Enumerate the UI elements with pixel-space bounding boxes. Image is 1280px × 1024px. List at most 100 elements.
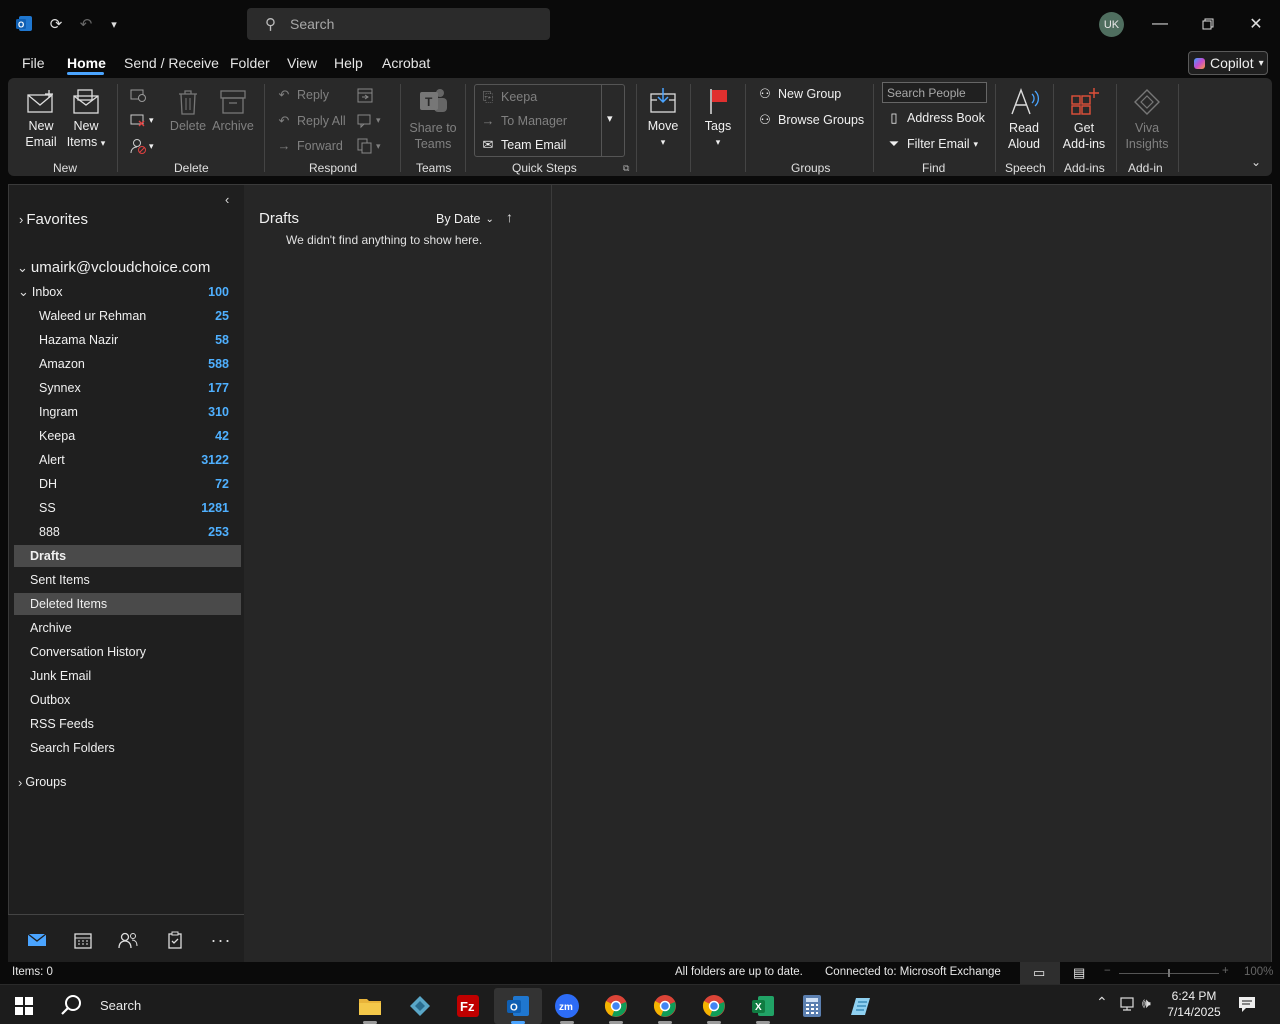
dialog-launcher-icon[interactable]: ⧉ [623, 163, 629, 174]
undo-icon[interactable]: ↶ [76, 14, 96, 34]
folder-junk-email[interactable]: Junk Email [14, 665, 241, 687]
tags-button[interactable]: Tags ▾ [700, 86, 736, 150]
get-addins-button[interactable]: Get Add-ins [1058, 86, 1110, 152]
move-button[interactable]: Move ▾ [644, 86, 682, 150]
quick-steps-more-icon[interactable]: ▾ [607, 112, 613, 125]
network-icon[interactable] [1118, 996, 1136, 1015]
sort-direction-icon[interactable]: ↑ [506, 209, 513, 225]
calendar-icon[interactable] [72, 929, 94, 951]
favorites-header[interactable]: › Favorites [19, 211, 88, 228]
menu-home[interactable]: Home [67, 55, 106, 71]
taskbar-outlook[interactable]: O [494, 988, 542, 1024]
folder-conversation-history[interactable]: Conversation History [14, 641, 241, 663]
notification-icon[interactable] [1238, 995, 1256, 1016]
customize-toolbar-icon[interactable]: ▾ [104, 14, 124, 34]
groups-header[interactable]: › Groups [14, 771, 241, 793]
junk-button[interactable]: ▾ [129, 137, 154, 155]
more-apps-icon[interactable]: ··· [210, 929, 232, 951]
folder-sent-items[interactable]: Sent Items [14, 569, 241, 591]
zoom-slider-thumb[interactable] [1168, 969, 1170, 977]
system-tray-expand-icon[interactable]: ⌃ [1096, 994, 1108, 1011]
new-group-button[interactable]: ⚇ New Group [757, 86, 841, 102]
people-icon[interactable] [117, 929, 139, 951]
archive-button[interactable]: Archive [210, 88, 256, 134]
folder-archive[interactable]: Archive [14, 617, 241, 639]
read-aloud-button[interactable]: Read Aloud [1002, 86, 1046, 152]
folder-amazon[interactable]: Amazon 588 [14, 353, 241, 375]
folder-ingram[interactable]: Ingram 310 [14, 401, 241, 423]
menu-send-receive[interactable]: Send / Receive [124, 55, 219, 71]
folder-keepa[interactable]: Keepa 42 [14, 425, 241, 447]
taskbar-zoom[interactable]: zm [543, 988, 591, 1024]
account-header[interactable]: ⌄ umairk@vcloudchoice.com [17, 259, 210, 276]
zoom-out-icon[interactable]: − [1104, 965, 1111, 977]
folder-synnex[interactable]: Synnex 177 [14, 377, 241, 399]
address-book-button[interactable]: ▯ Address Book [886, 110, 984, 126]
folder-hazama[interactable]: Hazama Nazir 58 [14, 329, 241, 351]
zoom-in-icon[interactable]: + [1222, 965, 1229, 977]
avatar[interactable]: UK [1099, 12, 1124, 37]
new-email-button[interactable]: New Email [22, 88, 60, 150]
close-button[interactable]: ✕ [1242, 10, 1270, 38]
folder-drafts[interactable]: Drafts [14, 545, 241, 567]
collapse-pane-icon[interactable]: ‹ [225, 192, 229, 207]
menu-folder[interactable]: Folder [230, 55, 270, 71]
start-button[interactable] [0, 988, 48, 1024]
clean-up-button[interactable]: ▾ [129, 112, 154, 128]
folder-dh[interactable]: DH 72 [14, 473, 241, 495]
mail-icon[interactable] [26, 929, 48, 951]
taskbar-calculator[interactable] [788, 988, 836, 1024]
taskbar-app-notes[interactable] [836, 988, 884, 1024]
copilot-button[interactable]: Copilot ▾ [1188, 51, 1268, 75]
folder-search-folders[interactable]: Search Folders [14, 737, 241, 759]
browse-groups-button[interactable]: ⚇ Browse Groups [757, 112, 864, 128]
search-input[interactable]: ⚲ Search [247, 8, 550, 40]
more-respond-button[interactable]: ▾ [356, 137, 381, 155]
quick-step-team-email[interactable]: ✉ Team Email [480, 137, 567, 153]
unread-count: 58 [215, 333, 229, 347]
ignore-button[interactable] [129, 87, 147, 103]
send-receive-icon[interactable]: ⟳ [46, 14, 66, 34]
sort-by-dropdown[interactable]: By Date ⌄ [436, 212, 494, 226]
delete-button[interactable]: Delete [168, 88, 208, 134]
ribbon-collapse-icon[interactable]: ⌄ [1251, 155, 1261, 169]
reply-button[interactable]: ↶ Reply [276, 87, 329, 103]
folder-888[interactable]: 888 253 [14, 521, 241, 543]
minimize-button[interactable]: — [1146, 10, 1174, 38]
menu-acrobat[interactable]: Acrobat [382, 55, 430, 71]
taskbar-app-2[interactable] [396, 988, 444, 1024]
forward-button[interactable]: → Forward [276, 138, 343, 153]
folder-outbox[interactable]: Outbox [14, 689, 241, 711]
quick-step-keepa[interactable]: ⎘ Keepa [480, 89, 537, 105]
taskbar-chrome-3[interactable] [690, 988, 738, 1024]
meeting-button[interactable] [356, 86, 374, 104]
folder-rss-feeds[interactable]: RSS Feeds [14, 713, 241, 735]
search-people-input[interactable]: Search People [882, 82, 987, 103]
taskbar-chrome-1[interactable] [592, 988, 640, 1024]
reading-view-icon[interactable]: ▤ [1073, 965, 1085, 981]
folder-inbox[interactable]: ⌄ Inbox 100 [14, 281, 241, 303]
taskbar-filezilla[interactable]: Fz [444, 988, 492, 1024]
folder-ss[interactable]: SS 1281 [14, 497, 241, 519]
viva-insights-button[interactable]: Viva Insights [1122, 86, 1172, 152]
restore-button[interactable] [1194, 10, 1222, 38]
taskbar-excel[interactable]: X [739, 988, 787, 1024]
quick-step-to-manager[interactable]: → To Manager [480, 113, 568, 128]
menu-view[interactable]: View [287, 55, 317, 71]
reply-all-button[interactable]: ↶ Reply All [276, 113, 346, 129]
taskbar-file-explorer[interactable] [346, 988, 394, 1024]
menu-file[interactable]: File [22, 55, 45, 71]
folder-waleed[interactable]: Waleed ur Rehman 25 [14, 305, 241, 327]
menu-help[interactable]: Help [334, 55, 363, 71]
taskbar-chrome-2[interactable] [641, 988, 689, 1024]
taskbar-clock[interactable]: 6:24 PM 7/14/2025 [1166, 988, 1222, 1020]
taskbar-search[interactable]: Search [60, 993, 141, 1017]
new-items-button[interactable]: New Items ▾ [64, 88, 108, 151]
tasks-icon[interactable] [164, 929, 186, 951]
volume-icon[interactable]: 🕪 [1142, 995, 1151, 1012]
im-button[interactable]: ▾ [356, 111, 381, 129]
filter-email-button[interactable]: ⏷ Filter Email ▾ [886, 136, 978, 152]
share-to-teams-button[interactable]: T Share to Teams [406, 86, 460, 152]
folder-deleted-items[interactable]: Deleted Items [14, 593, 241, 615]
folder-alert[interactable]: Alert 3122 [14, 449, 241, 471]
